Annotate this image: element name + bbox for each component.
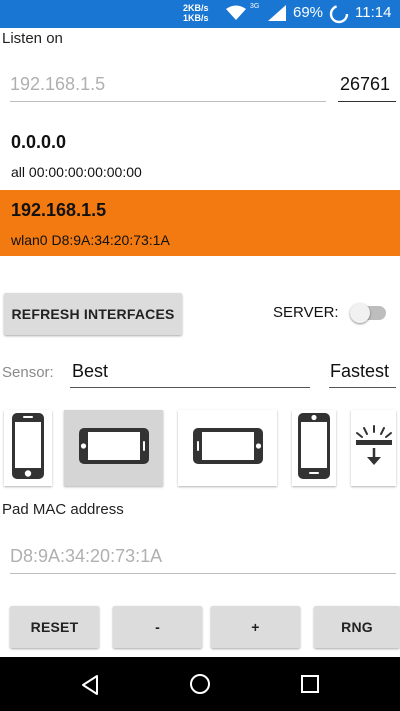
phone-landscape-icon — [78, 426, 150, 471]
orientation-portrait-button[interactable] — [4, 410, 52, 486]
phone-landscape-icon — [192, 426, 264, 471]
status-bar: 2KB/s 1KB/s 3G 69% 11:14 — [0, 0, 400, 28]
pad-mac-label: Pad MAC address — [2, 501, 124, 518]
speed-value: Fastest — [330, 361, 390, 381]
ip-input[interactable]: 192.168.1.5 — [10, 70, 326, 102]
phone-portrait-icon — [10, 412, 46, 485]
signal-icon — [268, 5, 286, 26]
interface-row-wlan0[interactable]: 192.168.1.5 wlan0 D8:9A:34:20:73:1A — [0, 190, 400, 256]
pad-mac-placeholder: D8:9A:34:20:73:1A — [10, 546, 163, 566]
interface-details: all 00:00:00:00:00:00 — [11, 164, 142, 180]
port-input[interactable]: 26761 — [338, 70, 396, 102]
interface-name: all — [11, 164, 26, 180]
listen-on-title: Listen on — [2, 30, 63, 47]
reset-button[interactable]: RESET — [10, 606, 99, 648]
interface-mac: 00:00:00:00:00:00 — [28, 164, 142, 180]
sensor-dropdown[interactable]: Best — [70, 358, 310, 388]
port-value: 26761 — [340, 74, 391, 94]
sensor-label: Sensor: — [2, 364, 54, 381]
interface-ip: 0.0.0.0 — [11, 132, 67, 152]
sensor-value: Best — [72, 361, 109, 381]
interface-name: wlan0 — [11, 232, 48, 248]
recents-icon[interactable] — [300, 674, 320, 699]
battery-percent: 69% — [293, 4, 324, 21]
back-icon[interactable] — [80, 674, 100, 701]
orientation-portrait-reverse-button[interactable] — [292, 410, 336, 486]
ip-input-placeholder: 192.168.1.5 — [10, 74, 106, 94]
net-down: 1KB/s — [183, 13, 209, 23]
plus-button[interactable]: + — [211, 606, 300, 648]
flat-face-up-icon — [354, 424, 394, 473]
refresh-interfaces-button[interactable]: REFRESH INTERFACES — [4, 293, 182, 335]
wifi-icon — [226, 5, 246, 26]
navigation-bar — [0, 657, 400, 711]
interface-details: wlan0 D8:9A:34:20:73:1A — [11, 232, 170, 248]
server-label: SERVER: — [273, 304, 339, 321]
speed-dropdown[interactable]: Fastest — [329, 358, 396, 388]
interface-ip: 192.168.1.5 — [11, 200, 107, 220]
battery-icon — [329, 4, 349, 29]
net-up: 2KB/s — [183, 3, 209, 13]
minus-button[interactable]: - — [113, 606, 202, 648]
clock: 11:14 — [355, 4, 392, 21]
orientation-flat-button[interactable] — [351, 410, 396, 486]
home-icon[interactable] — [189, 673, 211, 700]
interface-mac: D8:9A:34:20:73:1A — [51, 232, 170, 248]
sim-icon: 3G — [250, 3, 260, 10]
orientation-landscape-button[interactable] — [64, 410, 163, 486]
interface-row-all[interactable]: 0.0.0.0 all 00:00:00:00:00:00 — [0, 122, 400, 188]
orientation-landscape-reverse-button[interactable] — [178, 410, 277, 486]
network-speed: 2KB/s 1KB/s — [183, 3, 209, 23]
pad-mac-input[interactable]: D8:9A:34:20:73:1A — [10, 542, 396, 574]
rng-button[interactable]: RNG — [314, 606, 400, 648]
phone-portrait-icon — [296, 412, 332, 485]
server-switch-thumb — [350, 303, 370, 323]
